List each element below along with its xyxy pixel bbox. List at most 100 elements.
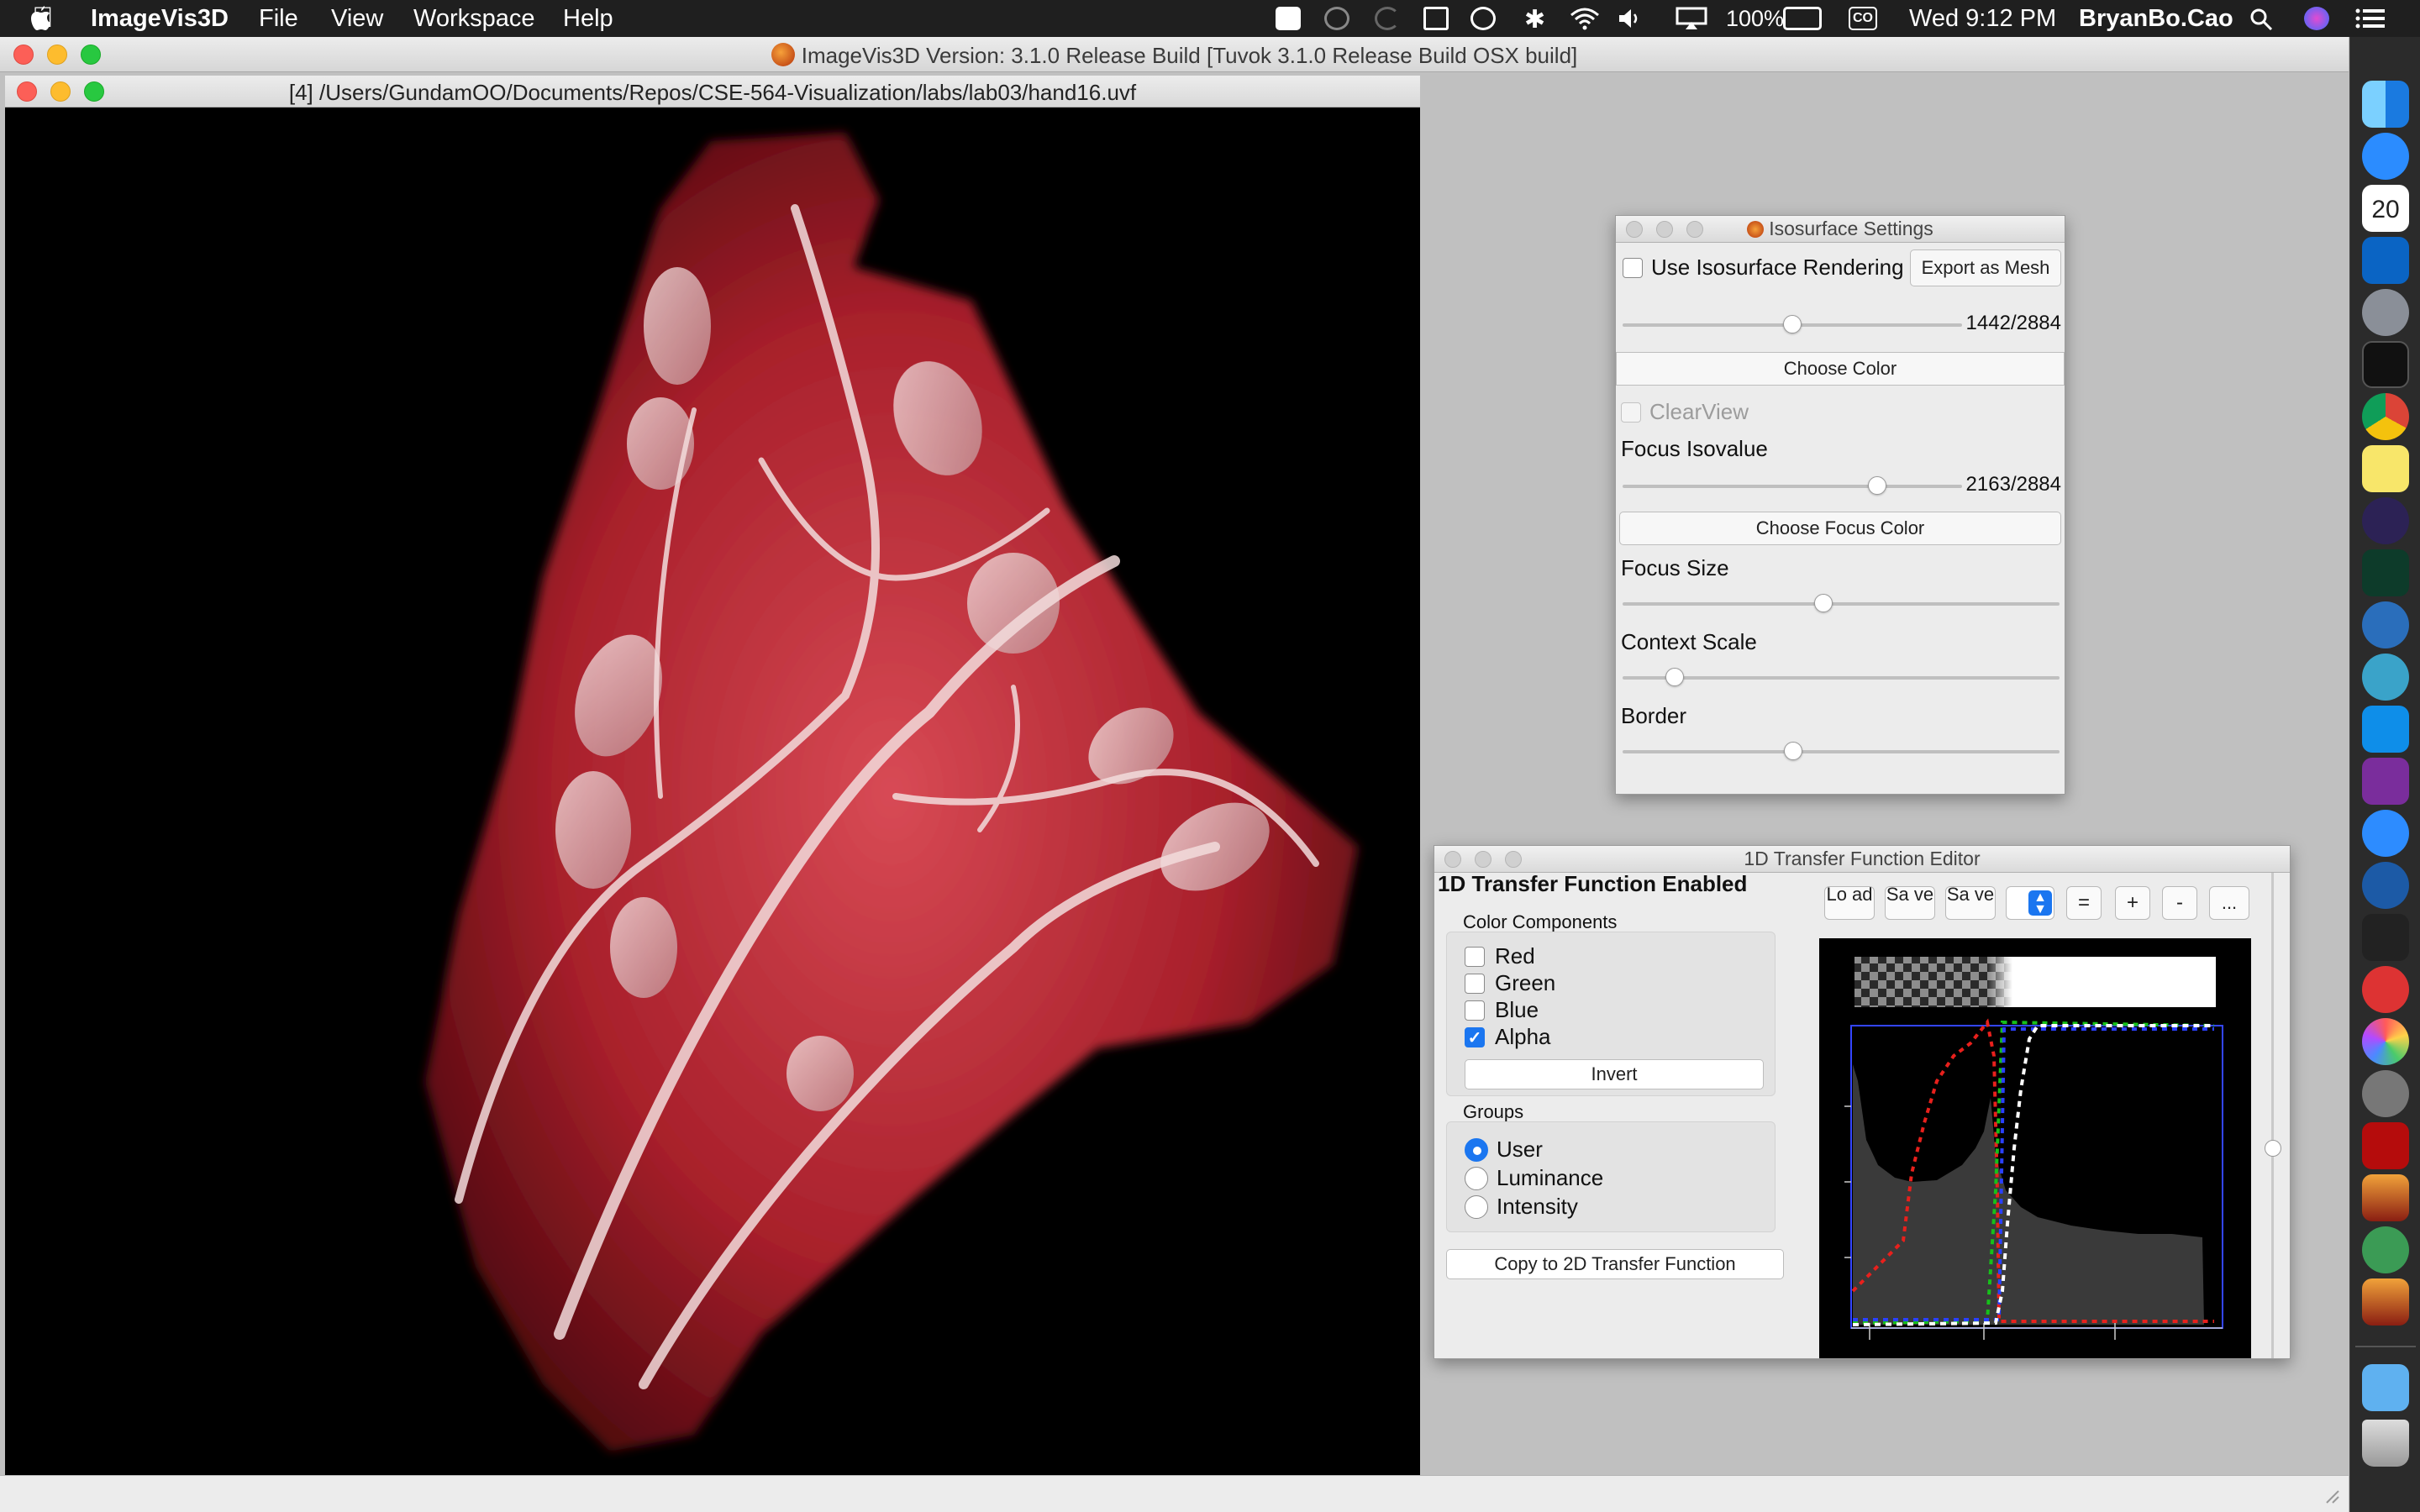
equal-button[interactable]: = xyxy=(2066,886,2102,920)
pencil-app-icon[interactable] xyxy=(2362,133,2409,180)
invert-button[interactable]: Invert xyxy=(1465,1059,1764,1089)
battery-icon[interactable] xyxy=(1783,7,1822,30)
eclipse-icon[interactable] xyxy=(2362,497,2409,544)
focus-isovalue-track[interactable] xyxy=(1623,485,1962,488)
airplay-icon[interactable] xyxy=(1676,7,1707,30)
clearview-label: ClearView xyxy=(1649,399,1749,424)
zoom-icon[interactable] xyxy=(2362,810,2409,857)
teamviewer-icon[interactable] xyxy=(2362,706,2409,753)
context-scale-thumb[interactable] xyxy=(1665,668,1685,686)
atom-icon[interactable] xyxy=(2362,1226,2409,1273)
acrobat-icon[interactable] xyxy=(2362,1122,2409,1169)
user-menu[interactable]: BryanBo.Cao xyxy=(2079,5,2233,33)
keynote-icon[interactable] xyxy=(2362,914,2409,961)
terminal-icon[interactable] xyxy=(2362,341,2409,388)
input-source-badge[interactable]: CO xyxy=(1849,7,1877,30)
notes-icon[interactable] xyxy=(1276,7,1301,30)
color-icon[interactable] xyxy=(2362,1018,2409,1065)
preset-select[interactable]: ▲ ▼ xyxy=(2006,886,2054,920)
volume-icon[interactable] xyxy=(1617,7,1642,30)
finder-icon[interactable] xyxy=(2362,81,2409,128)
imagevis3d-icon-1[interactable] xyxy=(2362,1174,2409,1221)
clock[interactable]: Wed 9:12 PM xyxy=(1909,5,2056,33)
render-title-bar[interactable]: [4] /Users/GundamOO/Documents/Repos/CSE-… xyxy=(5,76,1420,108)
use-isosurface-checkbox[interactable] xyxy=(1623,258,1643,278)
user-radio[interactable] xyxy=(1465,1138,1488,1162)
bluetooth-icon[interactable]: ✱ xyxy=(1524,5,1545,34)
siri-icon[interactable] xyxy=(2304,7,2329,30)
system-preferences-icon[interactable] xyxy=(2362,1070,2409,1117)
more-button[interactable]: ... xyxy=(2209,886,2249,920)
menu-view[interactable]: View xyxy=(331,5,383,33)
intensity-radio[interactable] xyxy=(1465,1195,1488,1219)
scholar-icon[interactable] xyxy=(2362,654,2409,701)
clearview-checkbox xyxy=(1621,402,1641,423)
dock: 20 xyxy=(2349,37,2420,1512)
copy-to-2d-button[interactable]: Copy to 2D Transfer Function xyxy=(1446,1249,1784,1279)
apple-logo-icon[interactable] xyxy=(29,5,54,32)
blue-checkbox[interactable] xyxy=(1465,1000,1485,1021)
context-scale-label: Context Scale xyxy=(1621,629,1757,654)
volume-render-image[interactable] xyxy=(5,108,1420,1468)
border-track[interactable] xyxy=(1623,750,2060,753)
tf-status-label: 1D Transfer Function Enabled xyxy=(1438,871,1748,896)
main-title-bar[interactable]: ImageVis3D Version: 3.1.0 Release Build … xyxy=(0,37,2349,72)
save-as-button[interactable]: Sa ve xyxy=(1945,886,1996,920)
sync-icon[interactable] xyxy=(1375,7,1400,30)
search-icon[interactable] xyxy=(2249,7,2274,30)
chrome-icon[interactable] xyxy=(2362,393,2409,440)
isosurface-title-bar[interactable]: Isosurface Settings xyxy=(1616,216,2065,243)
app-menu[interactable]: ImageVis3D xyxy=(91,5,229,33)
red-checkbox[interactable] xyxy=(1465,947,1485,967)
menu-help[interactable]: Help xyxy=(563,5,613,33)
render-window[interactable]: [4] /Users/GundamOO/Documents/Repos/CSE-… xyxy=(5,76,1420,1512)
launchpad-icon[interactable] xyxy=(2362,289,2409,336)
focus-size-track[interactable] xyxy=(1623,602,2060,606)
wifi-icon[interactable] xyxy=(1568,7,1602,30)
isosurface-title-text: Isosurface Settings xyxy=(1769,218,1933,239)
save-button[interactable]: Sa ve xyxy=(1885,886,1935,920)
green-checkbox[interactable] xyxy=(1465,974,1485,994)
transfer-function-plot[interactable] xyxy=(1819,938,2251,1358)
isovalue-slider-thumb[interactable] xyxy=(1783,315,1802,333)
isovalue-readout: 1442/2884 xyxy=(1965,312,2061,334)
trash-icon[interactable] xyxy=(2362,1420,2409,1467)
export-as-mesh-button[interactable]: Export as Mesh xyxy=(1910,249,2061,286)
volume-render-view[interactable] xyxy=(5,108,1420,1468)
minus-button[interactable]: - xyxy=(2162,886,2197,920)
accessibility-icon[interactable] xyxy=(1470,7,1496,30)
imagevis3d-icon-2[interactable] xyxy=(2362,1278,2409,1326)
downloads-folder-icon[interactable] xyxy=(2362,1364,2409,1411)
window-title-text: ImageVis3D Version: 3.1.0 Release Build … xyxy=(801,43,1578,68)
luminance-radio[interactable] xyxy=(1465,1167,1488,1190)
choose-focus-color-button[interactable]: Choose Focus Color xyxy=(1619,512,2061,545)
adobe-cc-icon[interactable] xyxy=(2362,966,2409,1013)
onenote-icon[interactable] xyxy=(2362,758,2409,805)
calendar-icon[interactable]: 20 xyxy=(2362,185,2409,232)
select-arrows-icon: ▲ ▼ xyxy=(2028,890,2052,916)
screen-icon[interactable] xyxy=(1423,7,1449,30)
focus-isovalue-readout: 2163/2884 xyxy=(1965,473,2061,496)
menu-file[interactable]: File xyxy=(259,5,298,33)
plus-button[interactable]: + xyxy=(2115,886,2150,920)
notification-center-icon[interactable] xyxy=(2354,7,2386,30)
notes-app-icon[interactable] xyxy=(2362,445,2409,492)
r-app-icon[interactable] xyxy=(2362,601,2409,648)
menu-workspace[interactable]: Workspace xyxy=(413,5,535,33)
border-thumb[interactable] xyxy=(1783,742,1802,760)
focus-size-thumb[interactable] xyxy=(1814,594,1833,612)
alpha-checkbox[interactable]: ✓ xyxy=(1465,1027,1485,1047)
quicktime-icon[interactable] xyxy=(2362,862,2409,909)
tf-title-bar[interactable]: 1D Transfer Function Editor xyxy=(1434,846,2290,873)
context-scale-track[interactable] xyxy=(1623,676,2060,680)
outlook-icon[interactable] xyxy=(2362,237,2409,284)
focus-isovalue-thumb[interactable] xyxy=(1868,476,1886,495)
resize-grip-icon[interactable] xyxy=(2322,1486,2340,1504)
load-button[interactable]: Lo ad xyxy=(1824,886,1875,920)
tf-vertical-scrollbar[interactable] xyxy=(2265,873,2281,1358)
scrollbar-thumb[interactable] xyxy=(2265,1140,2281,1157)
transfer-function-canvas[interactable] xyxy=(1819,938,2251,1358)
activity-monitor-icon[interactable] xyxy=(2362,549,2409,596)
creative-cloud-icon[interactable] xyxy=(1324,7,1349,30)
choose-color-button[interactable]: Choose Color xyxy=(1616,352,2065,386)
